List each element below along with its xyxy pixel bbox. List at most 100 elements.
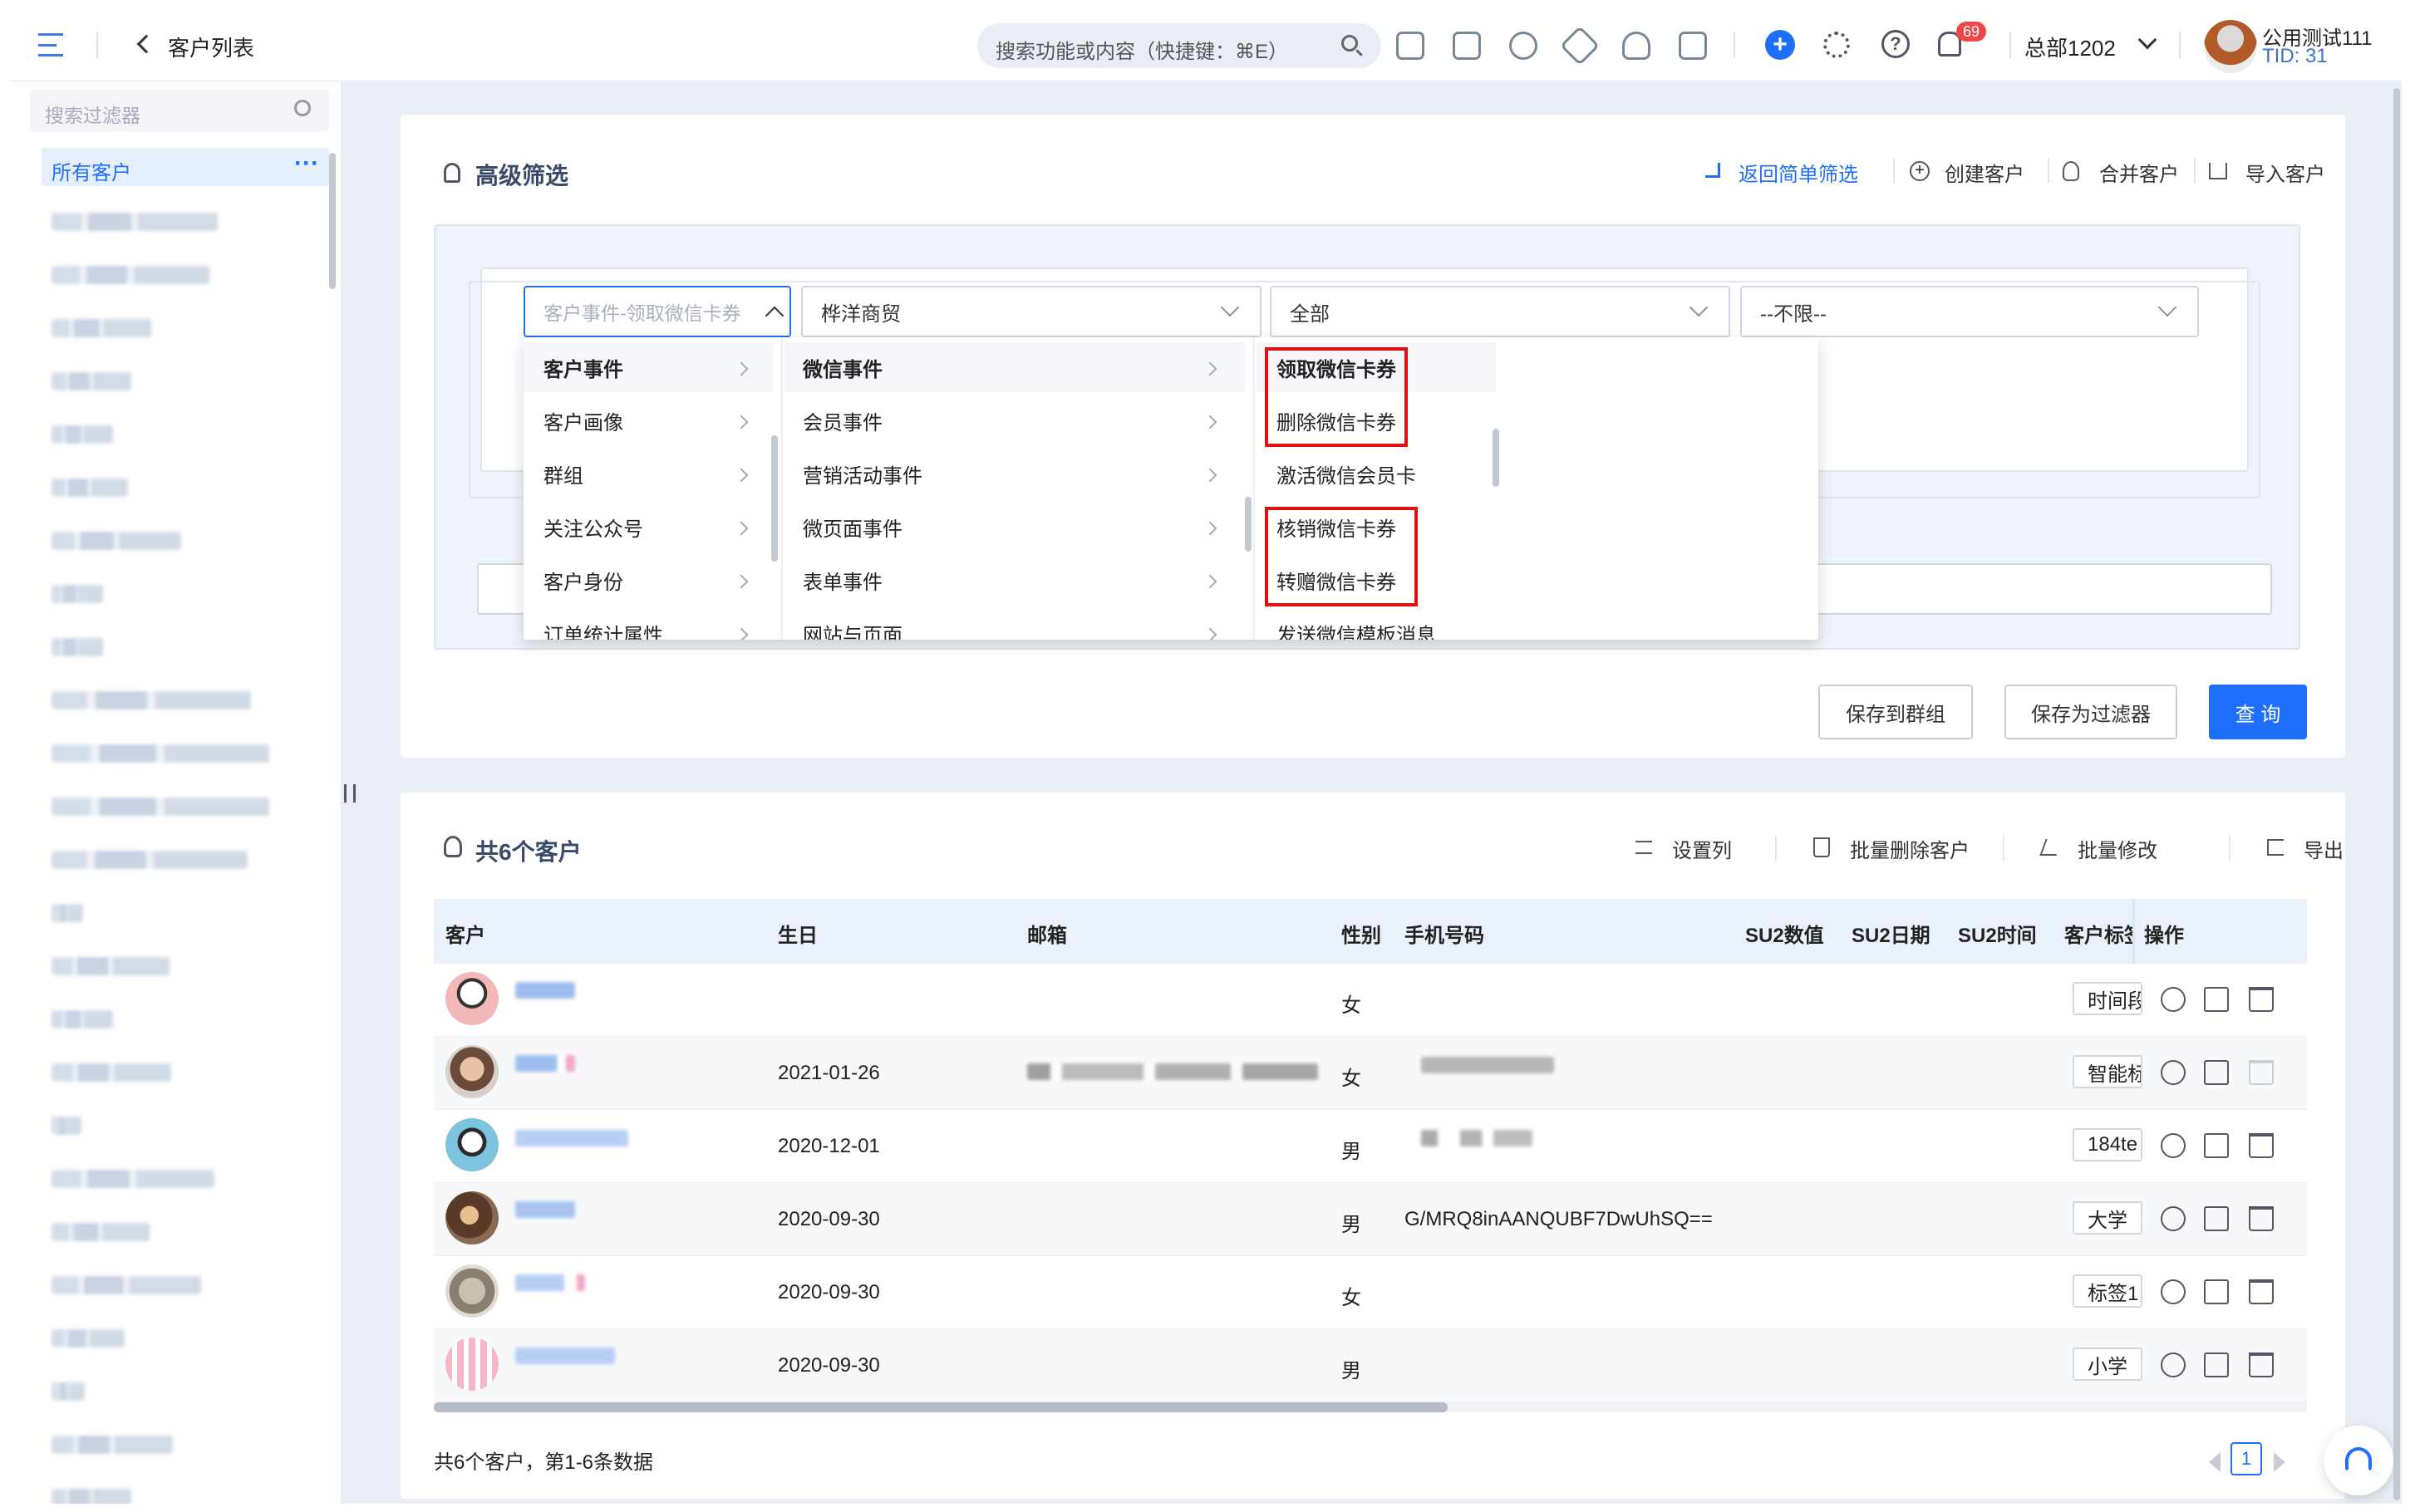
filter-search[interactable]: 搜索过滤器 [30, 90, 329, 131]
search-icon[interactable] [294, 100, 311, 116]
column-header-su2-date[interactable]: SU2日期 [1852, 919, 1930, 948]
filter-search-input[interactable]: 搜索过滤器 [45, 100, 140, 128]
menu-item-group[interactable]: 群组 [543, 447, 583, 500]
add-circle-icon[interactable]: + [1765, 30, 1795, 60]
menu-item-activate-member-card[interactable]: 激活微信会员卡 [1276, 447, 1416, 500]
sidebar-item-blurred[interactable] [52, 479, 128, 497]
global-search[interactable]: 搜索功能或内容（快捷键：⌘E） [977, 23, 1381, 68]
customer-tag[interactable]: 184te [2073, 1128, 2142, 1161]
save-as-filter-button[interactable]: 保存为过滤器 [2004, 685, 2177, 739]
customer-name-blurred[interactable] [515, 1130, 628, 1146]
settings-icon[interactable] [1823, 32, 1850, 58]
customer-name-blurred[interactable] [515, 1055, 575, 1072]
back-icon[interactable] [136, 34, 156, 54]
menu-icon[interactable] [38, 33, 66, 56]
menu-item-form-event[interactable]: 表单事件 [803, 553, 883, 606]
sidebar-collapse-handle[interactable] [344, 784, 356, 803]
tag-icon[interactable] [1559, 25, 1601, 66]
table-row[interactable] [434, 1256, 2307, 1329]
menu-item-customer-event[interactable]: 客户事件 [543, 341, 623, 394]
customer-name-blurred[interactable] [515, 1348, 615, 1364]
add-icon[interactable] [2161, 1206, 2186, 1231]
add-icon[interactable] [2161, 1060, 2186, 1085]
sidebar-item-blurred[interactable] [52, 798, 269, 816]
sidebar-item-blurred[interactable] [52, 372, 131, 390]
trash-icon[interactable] [2249, 1279, 2274, 1304]
page-scrollbar[interactable] [2393, 88, 2400, 1500]
column-header-phone[interactable]: 手机号码 [1404, 919, 1484, 948]
customer-tag[interactable]: 时间段 [2073, 982, 2142, 1015]
sidebar-item-blurred[interactable] [52, 1010, 113, 1028]
save-to-group-button[interactable]: 保存到群组 [1818, 685, 1973, 739]
column-header-email[interactable]: 邮箱 [1027, 919, 1067, 948]
batch-edit-button[interactable]: 批量修改 [2039, 834, 2174, 862]
table-row[interactable] [434, 1183, 2307, 1256]
view-icon[interactable] [2204, 1279, 2229, 1304]
search-icon[interactable] [1341, 35, 1358, 52]
add-icon[interactable] [2161, 1133, 2186, 1158]
add-icon[interactable] [2161, 1352, 2186, 1377]
menu-item-send-template[interactable]: 发送微信模板消息 [1276, 606, 1436, 641]
sidebar-item-blurred[interactable] [52, 1329, 125, 1348]
trash-icon[interactable] [2249, 987, 2274, 1012]
table-row[interactable] [434, 1110, 2307, 1183]
search-input[interactable]: 搜索功能或内容（快捷键：⌘E） [996, 35, 1288, 64]
set-columns-button[interactable]: 设置列 [1635, 834, 1777, 862]
users-icon[interactable] [1622, 32, 1650, 60]
sidebar-item-blurred[interactable] [52, 1489, 131, 1504]
avatar[interactable] [2204, 20, 2257, 73]
trash-icon[interactable] [2249, 1060, 2274, 1085]
page-number[interactable]: 1 [2230, 1442, 2262, 1475]
sidebar-item-blurred[interactable] [52, 1436, 173, 1454]
event-type-select[interactable]: 客户事件-领取微信卡券 [524, 286, 791, 337]
sidebar-item-blurred[interactable] [52, 213, 218, 231]
sidebar-item-blurred[interactable] [52, 691, 251, 709]
table-row[interactable] [434, 1037, 2307, 1110]
message-icon[interactable] [1396, 32, 1424, 60]
sidebar-item-blurred[interactable] [52, 744, 269, 763]
cascader-scrollbar[interactable] [1493, 429, 1499, 487]
help-icon[interactable]: ? [1881, 30, 1910, 58]
menu-item-member-event[interactable]: 会员事件 [803, 394, 883, 447]
column-header-birthday[interactable]: 生日 [778, 919, 818, 948]
sidebar-item-blurred[interactable] [52, 851, 248, 869]
menu-item-customer-profile[interactable]: 客户画像 [543, 394, 623, 447]
sidebar-item-blurred[interactable] [52, 266, 209, 284]
sidebar-item-blurred[interactable] [52, 1170, 214, 1188]
add-icon[interactable] [2161, 987, 2186, 1012]
sidebar-item-all-customers[interactable]: 所有客户 ··· [42, 148, 329, 186]
avatar[interactable] [445, 1118, 499, 1171]
sidebar-item-blurred[interactable] [52, 1382, 85, 1401]
customer-tag[interactable]: 小学 [2073, 1348, 2142, 1381]
prev-page-icon[interactable] [2209, 1452, 2221, 1472]
limit-select[interactable]: --不限-- [1740, 286, 2199, 337]
sidebar-item-blurred[interactable] [52, 1223, 150, 1241]
import-customer-button[interactable]: 导入客户 [2197, 158, 2339, 186]
trash-icon[interactable] [2249, 1206, 2274, 1231]
sidebar-item-blurred[interactable] [52, 638, 103, 656]
menu-item-customer-identity[interactable]: 客户身份 [543, 553, 623, 606]
view-icon[interactable] [2204, 1060, 2229, 1085]
trash-icon[interactable] [2249, 1133, 2274, 1158]
view-icon[interactable] [2204, 1206, 2229, 1231]
sidebar-item-blurred[interactable] [52, 532, 181, 550]
account-select[interactable]: 桦洋商贸 [801, 286, 1262, 337]
table-row[interactable] [434, 964, 2307, 1037]
customer-tag[interactable]: 智能标 [2073, 1055, 2142, 1088]
cascader-scrollbar[interactable] [1245, 497, 1252, 552]
sidebar-item-blurred[interactable] [52, 425, 113, 444]
next-page-icon[interactable] [2274, 1452, 2285, 1472]
column-header-su2-time[interactable]: SU2时间 [1958, 919, 2037, 948]
sidebar-item-blurred[interactable] [52, 1117, 81, 1135]
customer-name-blurred[interactable] [515, 1274, 585, 1291]
cascader-scrollbar[interactable] [771, 435, 778, 562]
menu-item-wechat-event[interactable]: 微信事件 [803, 341, 883, 394]
menu-item-follow-account[interactable]: 关注公众号 [543, 500, 643, 553]
sidebar-scrollbar[interactable] [329, 153, 336, 289]
table-scrollbar-thumb[interactable] [434, 1402, 1448, 1412]
customer-name-blurred[interactable] [515, 982, 575, 999]
create-customer-button[interactable]: + 创建客户 [1896, 158, 2046, 186]
column-header-tags[interactable]: 客户标签 [2064, 919, 2132, 948]
calendar-icon[interactable] [1679, 32, 1707, 60]
menu-item-website-page[interactable]: 网站与页面 [803, 606, 903, 641]
